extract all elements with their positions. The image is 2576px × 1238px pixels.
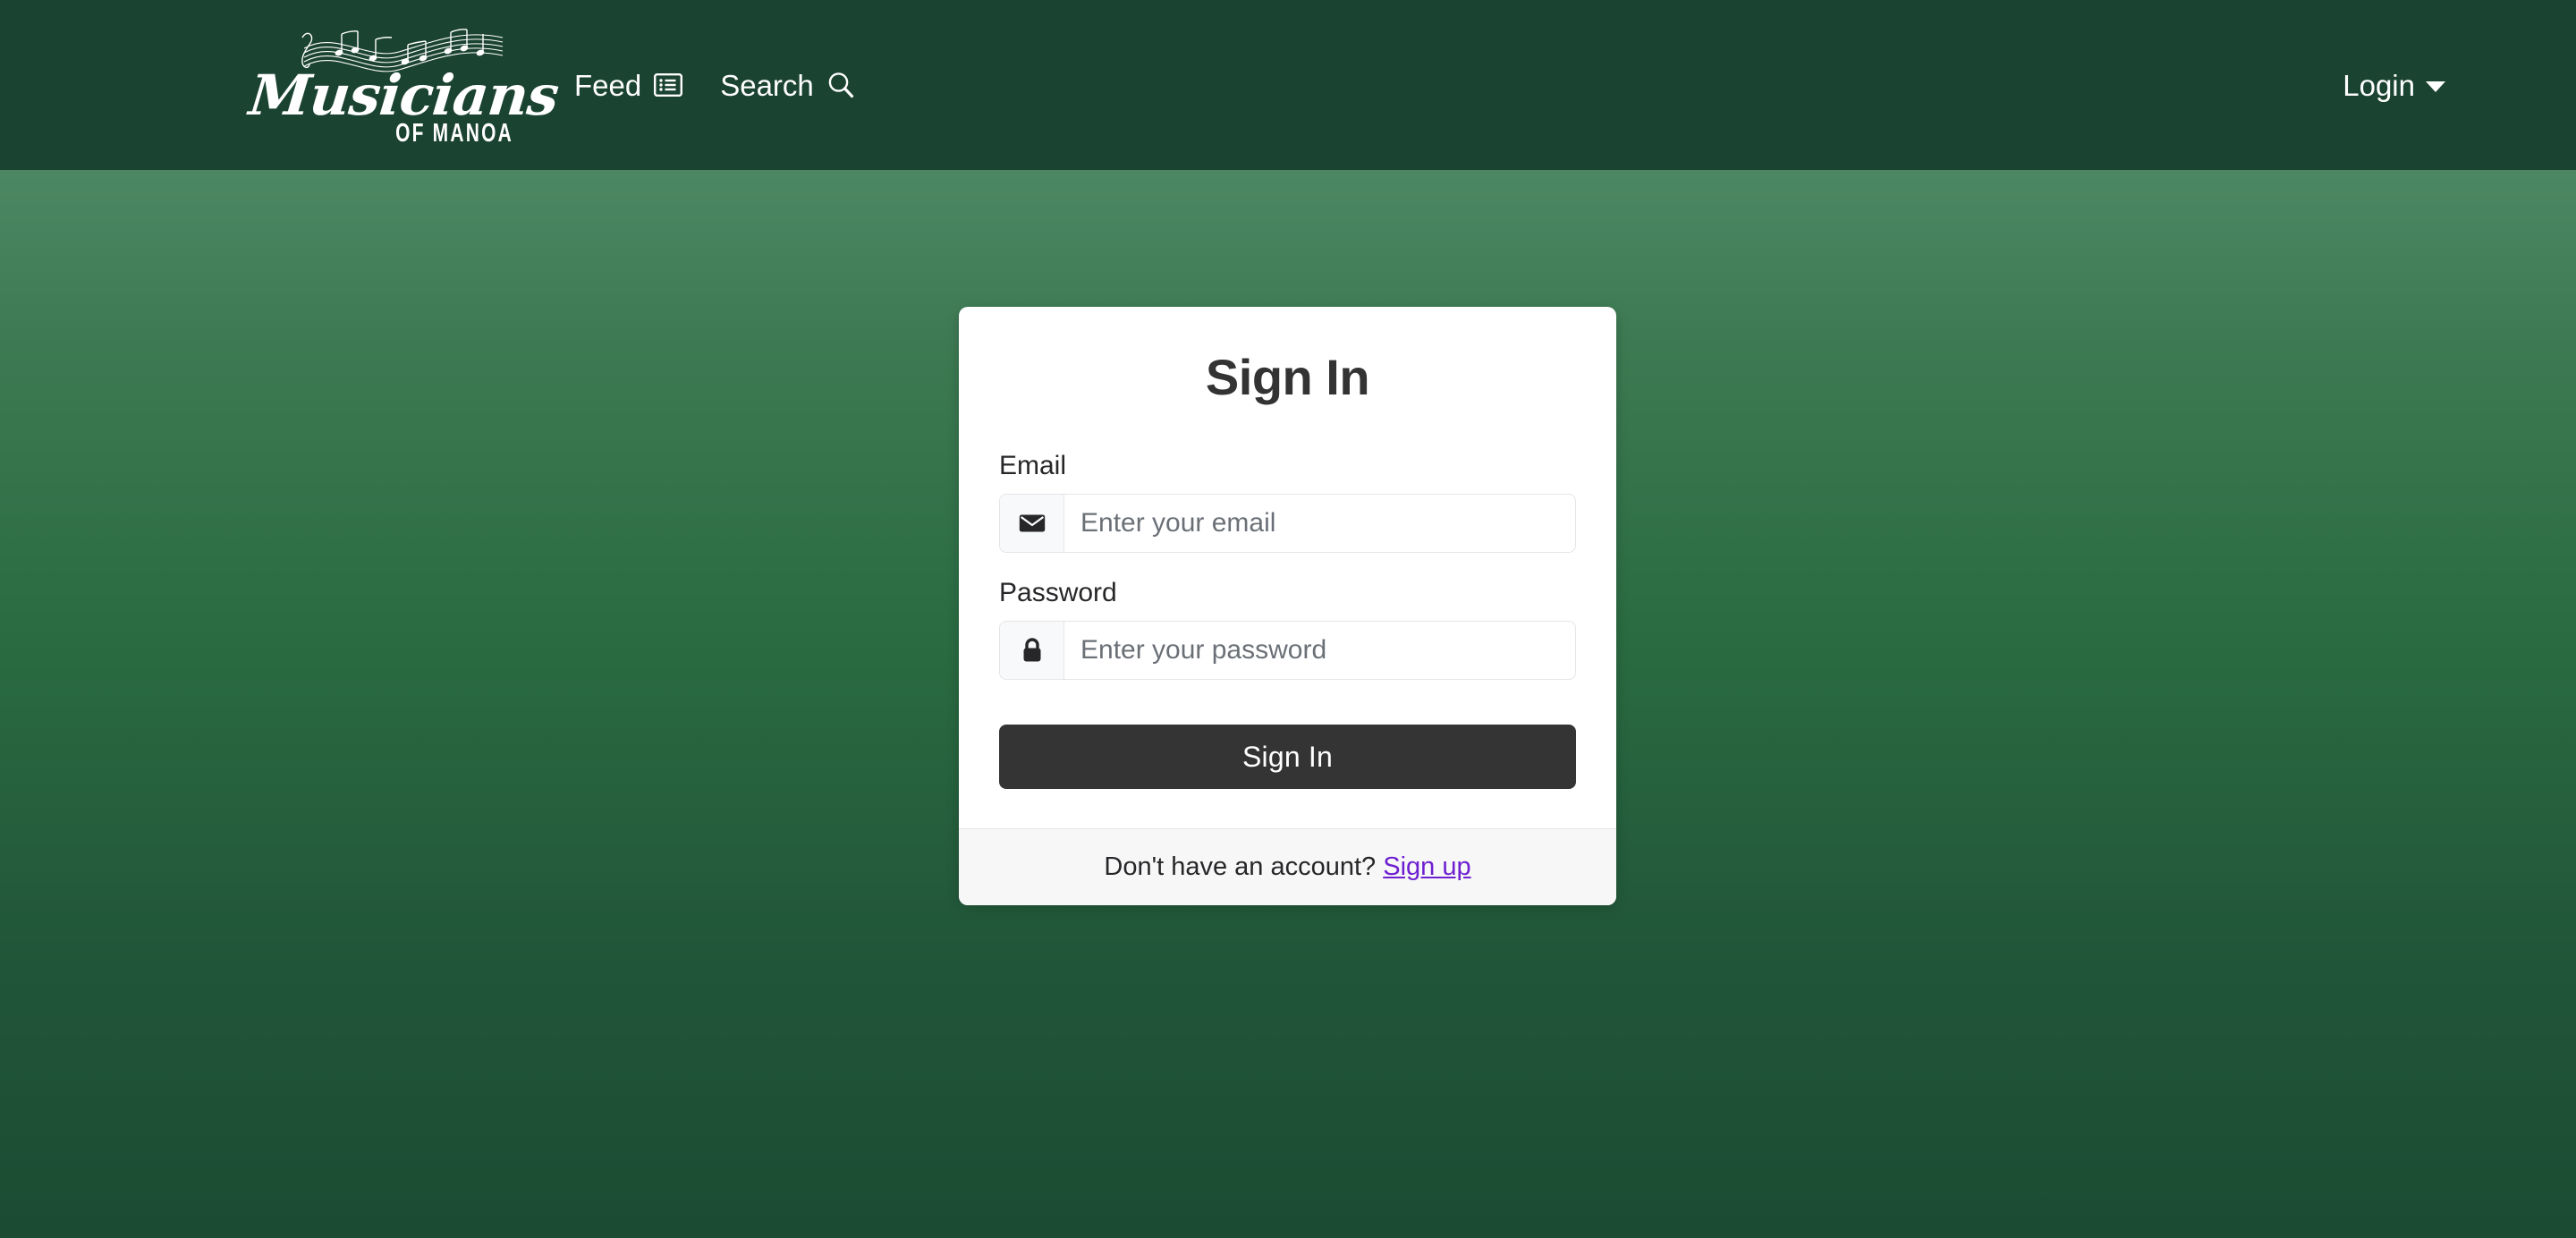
brand-subtitle: OF MANOA bbox=[395, 120, 513, 148]
nav-item-search[interactable]: Search bbox=[720, 71, 855, 100]
page-root: Musicians OF MANOA Feed Search Login Sig… bbox=[0, 0, 2576, 1238]
sign-in-card: Sign In Email Enter your email Password … bbox=[959, 307, 1616, 905]
chevron-down-icon bbox=[2426, 81, 2445, 92]
password-input[interactable] bbox=[1064, 622, 1575, 679]
email-field-block: Email bbox=[999, 451, 1576, 553]
envelope-icon bbox=[1000, 495, 1064, 552]
nav-links: Feed Search bbox=[574, 71, 855, 100]
sign-in-card-body: Sign In Email Enter your email Password … bbox=[959, 307, 1616, 828]
email-input-group[interactable] bbox=[999, 494, 1576, 553]
lock-icon bbox=[1000, 622, 1064, 679]
search-icon bbox=[826, 71, 855, 99]
page-title: Sign In bbox=[1205, 349, 1370, 405]
password-input-group[interactable] bbox=[999, 621, 1576, 680]
nav-item-feed-label: Feed bbox=[574, 68, 642, 102]
nav-item-feed[interactable]: Feed bbox=[574, 68, 683, 102]
brand-wordmark: Musicians bbox=[245, 62, 562, 128]
nav-item-search-label: Search bbox=[720, 68, 814, 102]
navbar-right: Login bbox=[2343, 71, 2522, 100]
sign-in-card-footer: Don't have an account? Sign up bbox=[959, 828, 1616, 905]
brand-logo[interactable]: Musicians OF MANOA bbox=[246, 25, 561, 148]
main-content: Sign In Email Enter your email Password … bbox=[0, 170, 2576, 1238]
top-navbar: Musicians OF MANOA Feed Search Login bbox=[0, 0, 2576, 170]
email-label: Email bbox=[999, 451, 1067, 480]
signup-prompt-text: Don't have an account? bbox=[1104, 852, 1377, 881]
password-label: Password bbox=[999, 578, 1117, 607]
login-dropdown-label: Login bbox=[2343, 68, 2415, 102]
sign-up-link[interactable]: Sign up bbox=[1383, 852, 1470, 881]
password-field-block: Password bbox=[999, 578, 1576, 680]
login-dropdown[interactable]: Login bbox=[2343, 71, 2445, 100]
list-feed-icon bbox=[654, 73, 683, 97]
email-input[interactable] bbox=[1064, 495, 1575, 552]
sign-in-submit-button[interactable]: Sign In bbox=[999, 725, 1576, 789]
